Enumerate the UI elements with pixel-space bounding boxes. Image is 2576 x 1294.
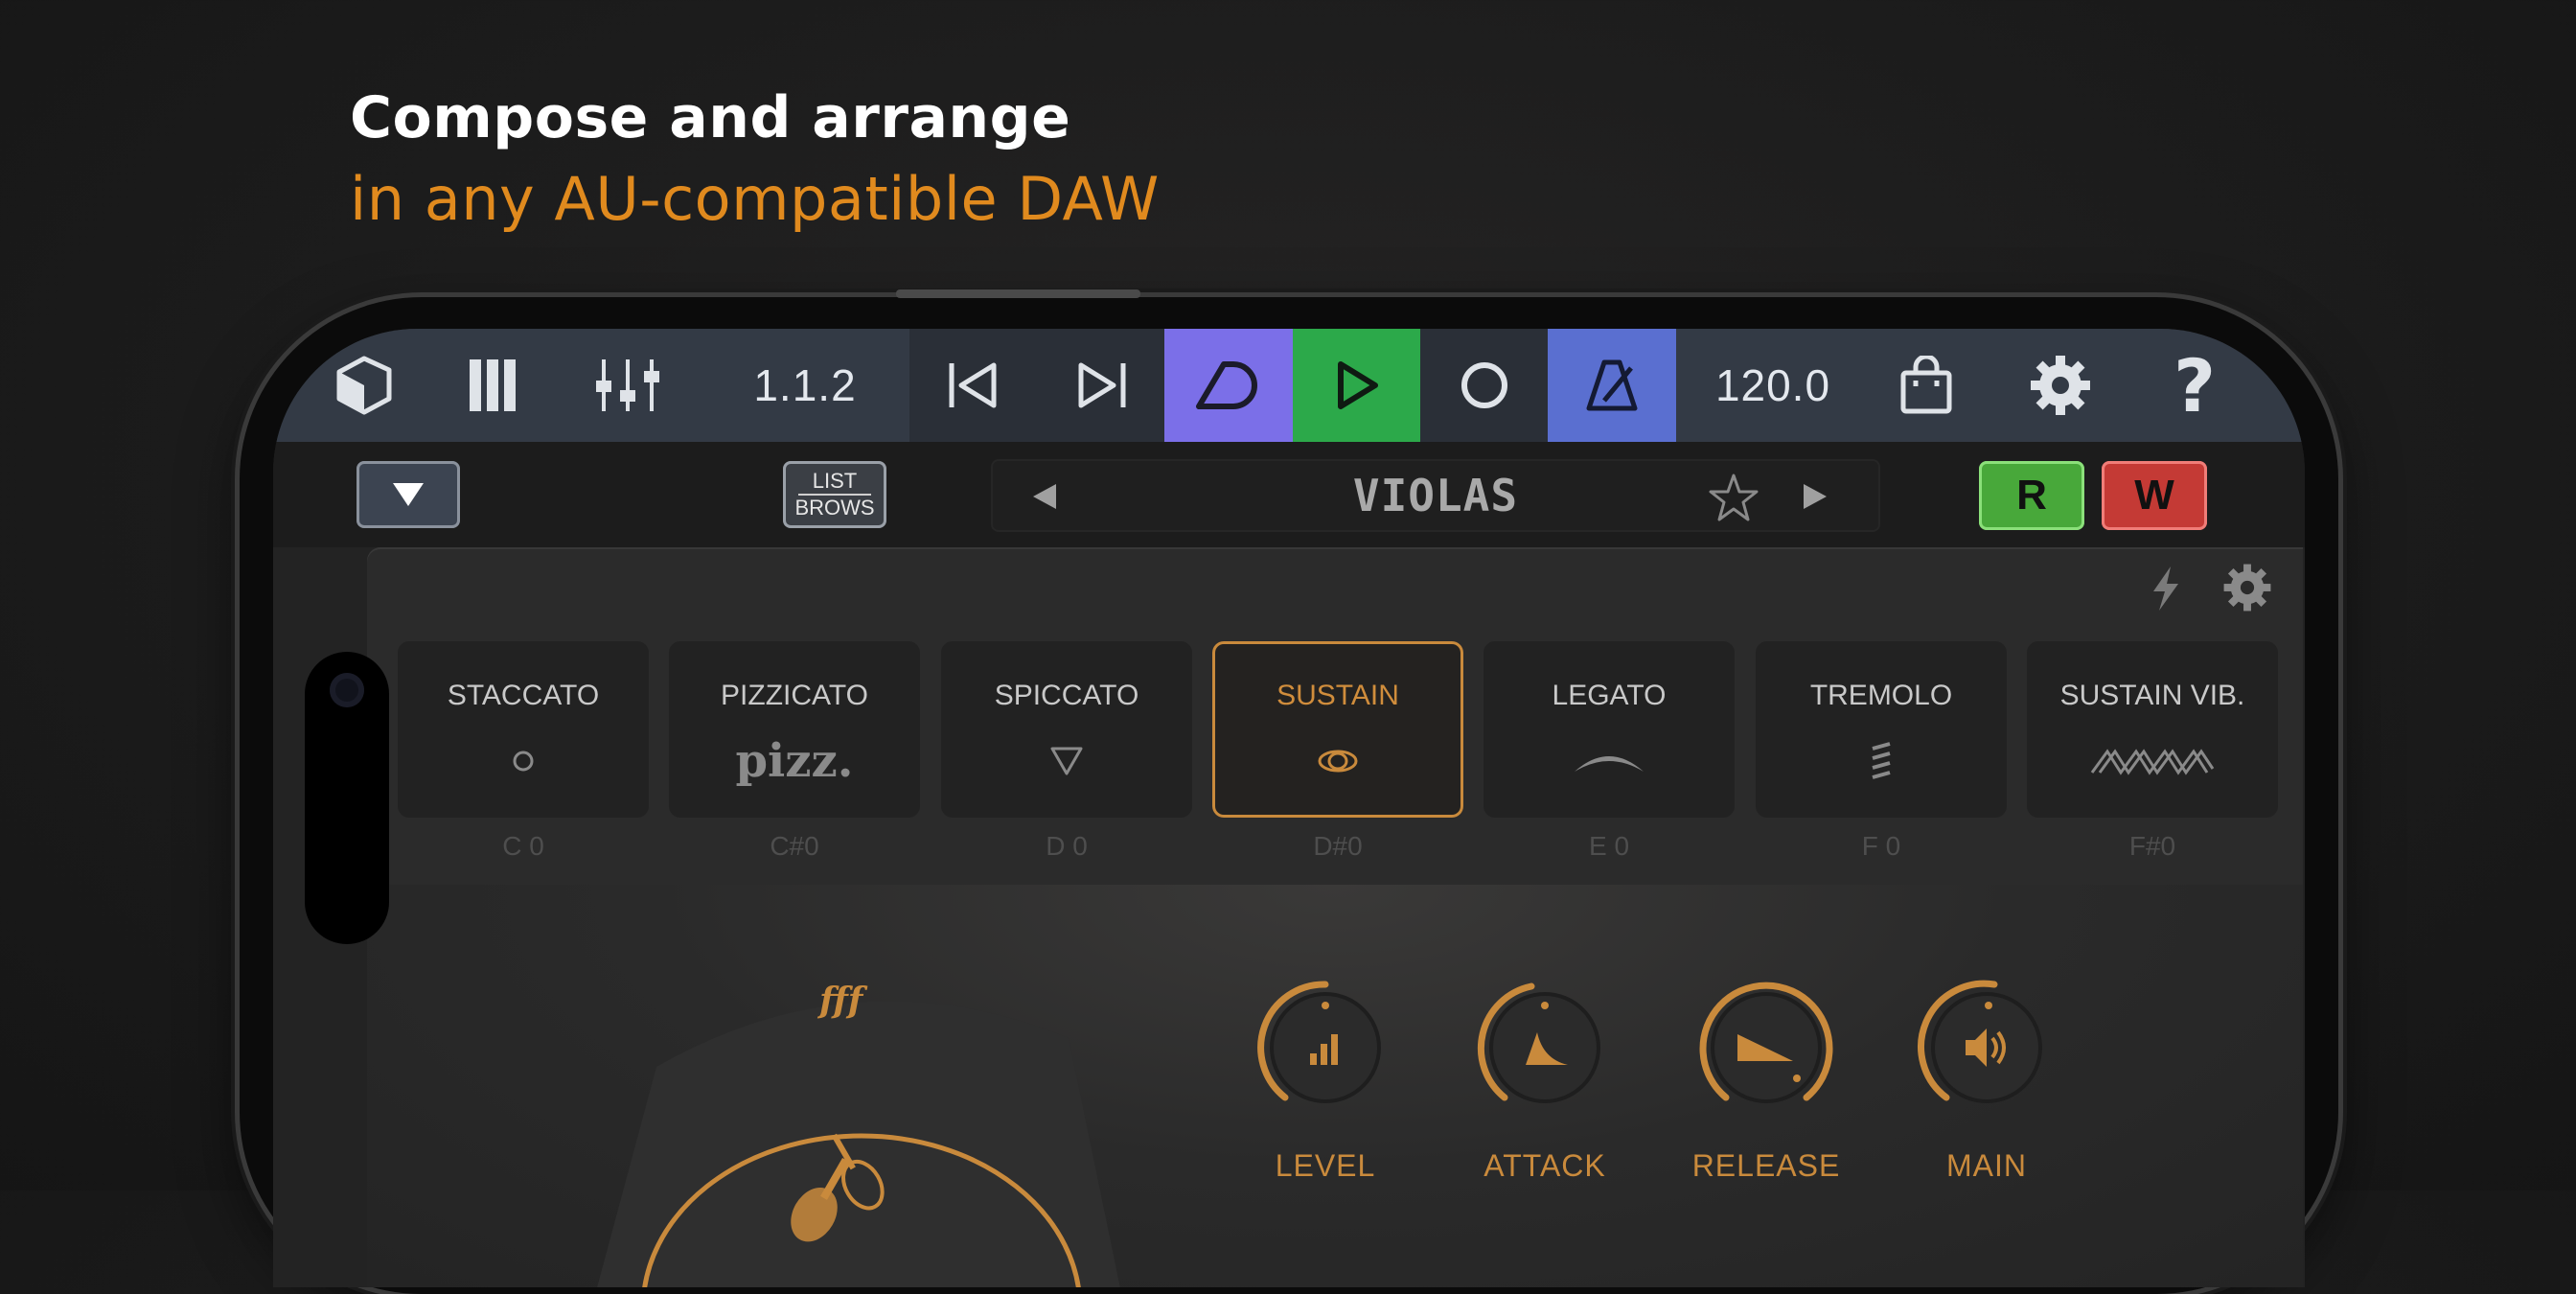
loop-button[interactable] (1164, 329, 1293, 442)
instrument-bar: LIST BROWS VIOLAS R W (273, 442, 2305, 547)
pizz-symbol: pizz. (735, 734, 854, 788)
mixer-icon[interactable] (585, 329, 671, 442)
main-knob[interactable] (1910, 971, 2063, 1124)
articulation-label: SUSTAIN VIB. (2059, 680, 2245, 711)
articulation-label: LEGATO (1552, 680, 1667, 711)
dynamics-marking: fff (819, 981, 863, 1021)
articulation-key: C#0 (770, 831, 819, 861)
knob-label: RELEASE (1691, 1148, 1841, 1183)
articulation-key: E 0 (1588, 831, 1630, 861)
vibrato-wave-icon (2090, 749, 2215, 775)
skip-forward-icon[interactable] (1037, 329, 1164, 442)
next-preset-icon[interactable] (1802, 482, 1828, 511)
position-display[interactable]: 1.1.2 (753, 359, 856, 411)
metronome-button[interactable] (1548, 329, 1676, 442)
write-button[interactable]: W (2102, 461, 2207, 530)
skip-back-icon[interactable] (909, 329, 1037, 442)
list-browse-button[interactable]: LIST BROWS (783, 461, 886, 528)
headline-title: Compose and arrange (350, 84, 1071, 151)
articulation-label: TREMOLO (1809, 680, 1953, 711)
level-knob[interactable] (1249, 971, 1402, 1124)
articulation-key: C 0 (502, 831, 544, 861)
tempo-display[interactable]: 120.0 (1715, 359, 1830, 411)
knob-label: LEVEL (1275, 1148, 1376, 1183)
articulation-sustain-vib[interactable]: SUSTAIN VIB. (2027, 641, 2278, 818)
release-knob[interactable] (1690, 971, 1843, 1124)
toolbar: 1.1.2 120.0 ? (273, 329, 2305, 442)
piano-keys-icon[interactable] (450, 329, 537, 442)
articulation-key: F 0 (1861, 831, 1901, 861)
record-icon (1460, 362, 1507, 408)
play-button[interactable] (1293, 329, 1420, 442)
prev-preset-icon[interactable] (1031, 482, 1058, 511)
articulation-key: F#0 (2128, 831, 2176, 861)
camera-island (305, 652, 389, 944)
legato-arc-icon (1575, 756, 1644, 772)
favorite-star-icon[interactable] (1708, 473, 1760, 522)
phone-side-button (896, 289, 1140, 298)
headline: Compose and arrange in any AU-compatible… (350, 77, 1160, 240)
play-icon (1337, 361, 1378, 409)
preset-selector: VIOLAS (991, 459, 1880, 532)
articulation-label: SPICCATO (994, 680, 1139, 711)
camera-icon (330, 673, 364, 707)
loop-icon (1196, 361, 1257, 409)
list-label: LIST (812, 469, 858, 493)
staccato-dot-icon (513, 751, 534, 772)
headline-subtitle: in any AU-compatible DAW (350, 164, 1160, 234)
articulation-label: PIZZICATO (721, 680, 868, 711)
articulation-spiccato[interactable]: SPICCATO (941, 641, 1192, 818)
shop-bag-icon[interactable] (1883, 329, 1969, 442)
metronome-icon (1586, 359, 1638, 411)
cube-icon[interactable] (321, 329, 407, 442)
chevron-down-icon (393, 483, 424, 506)
articulation-tremolo[interactable]: TREMOLO (1756, 641, 2007, 818)
tremolo-icon (1872, 742, 1891, 779)
articulation-legato[interactable]: LEGATO (1484, 641, 1735, 818)
help-icon[interactable]: ? (2151, 329, 2238, 442)
lightning-icon[interactable] (2150, 565, 2182, 612)
attack-knob[interactable] (1468, 971, 1622, 1124)
gear-icon[interactable] (2017, 329, 2104, 442)
articulation-label: SUSTAIN (1276, 680, 1399, 711)
articulation-key: D#0 (1313, 831, 1363, 861)
dropdown-button[interactable] (356, 461, 460, 528)
articulation-label: STACCATO (447, 680, 600, 711)
record-button[interactable] (1420, 329, 1548, 442)
knob-label: ATTACK (1484, 1148, 1606, 1183)
knob-label: MAIN (1946, 1148, 2027, 1183)
read-button[interactable]: R (1979, 461, 2084, 530)
articulation-sustain[interactable]: SUSTAIN (1212, 641, 1463, 818)
spiccato-triangle-icon (1050, 747, 1083, 775)
articulation-pizzicato[interactable]: PIZZICATO pizz. (669, 641, 920, 818)
panel-gear-icon[interactable] (2222, 563, 2272, 612)
app-screen: 1.1.2 120.0 ? LIST BROWS VIOLAS R W STAC… (273, 329, 2305, 1287)
articulation-staccato[interactable]: STACCATO (398, 641, 649, 818)
sustain-rings-icon (1318, 750, 1358, 773)
articulation-key: D 0 (1046, 831, 1088, 861)
browse-label: BROWS (794, 496, 875, 520)
